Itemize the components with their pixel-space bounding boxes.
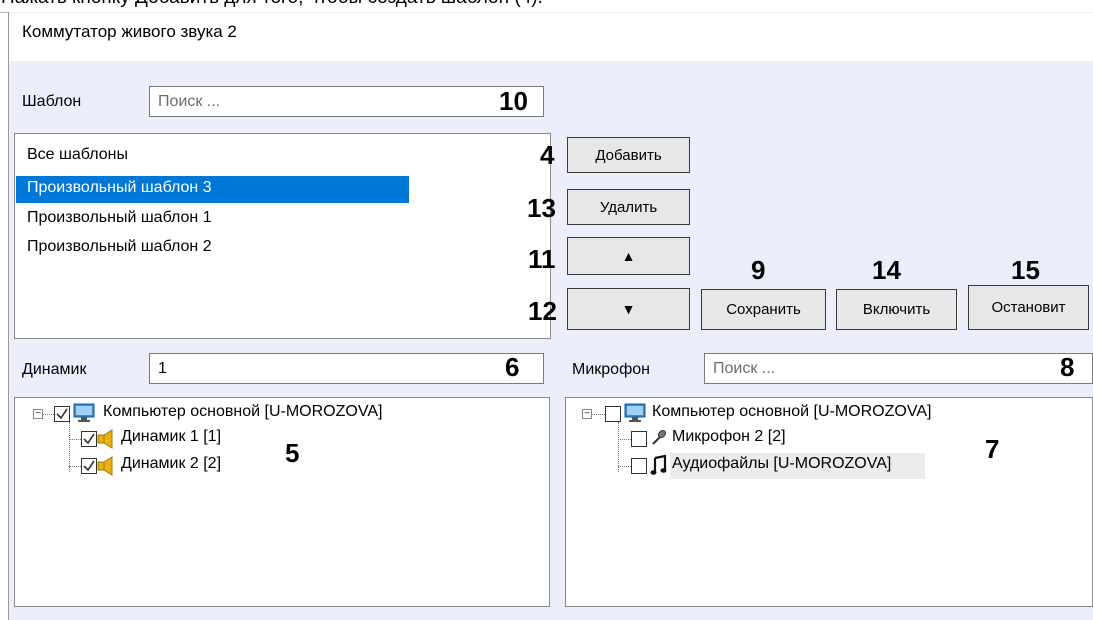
speaker-search-value: 1	[158, 359, 167, 377]
document-caption: Нажать кнопку Добавить для того, чтобы с…	[1, 0, 543, 9]
speaker-root-checkbox[interactable]	[54, 406, 70, 422]
monitor-icon	[624, 403, 646, 422]
speaker-root-label[interactable]: Компьютер основной [U-MOROZOVA]	[103, 403, 382, 421]
speaker-2-checkbox[interactable]	[81, 458, 97, 474]
callout-9: 9	[751, 255, 766, 285]
speaker-icon	[97, 429, 113, 449]
microphone-root-checkbox[interactable]	[605, 406, 621, 422]
save-button[interactable]: Сохранить	[701, 289, 826, 330]
template-search-placeholder: Поиск ...	[158, 92, 221, 110]
speaker-label: Динамик	[22, 361, 87, 378]
stop-button[interactable]: Остановит	[968, 285, 1089, 330]
expander-collapse-icon[interactable]: −	[582, 409, 592, 419]
callout-15: 15	[1011, 255, 1040, 285]
template-list-item[interactable]: Произвольный шаблон 2	[27, 238, 212, 256]
callout-14: 14	[872, 255, 901, 285]
delete-button[interactable]: Удалить	[567, 189, 690, 225]
microphone-search-placeholder: Поиск ...	[713, 359, 776, 377]
microphone-2-label[interactable]: Микрофон 2 [2]	[672, 428, 786, 446]
callout-13: 13	[527, 193, 556, 223]
microphone-root-label[interactable]: Компьютер основной [U-MOROZOVA]	[652, 403, 931, 421]
callout-11: 11	[528, 244, 556, 274]
callout-5: 5	[285, 438, 300, 468]
monitor-icon	[73, 403, 95, 422]
audiofiles-label[interactable]: Аудиофайлы [U-MOROZOVA]	[672, 455, 891, 473]
callout-12: 12	[528, 296, 557, 326]
callout-10: 10	[499, 86, 528, 116]
speaker-search-input[interactable]: 1	[149, 353, 544, 384]
speaker-icon	[97, 456, 113, 476]
callout-4: 4	[540, 140, 555, 170]
template-list[interactable]: Все шаблоны Произвольный шаблон 3 Произв…	[14, 133, 551, 339]
callout-7: 7	[985, 434, 1000, 464]
microphone-search-input[interactable]: Поиск ...	[704, 353, 1093, 384]
expander-collapse-icon[interactable]: −	[33, 409, 43, 419]
speaker-tree[interactable]: − Компьютер основной [U-MOROZOVA] Динами…	[14, 397, 550, 607]
music-note-icon	[650, 454, 667, 475]
speaker-1-label[interactable]: Динамик 1 [1]	[121, 428, 221, 446]
window-title: Коммутатор живого звука 2	[22, 22, 237, 41]
microphone-tree[interactable]: − Компьютер основной [U-MOROZOVA] Микроф…	[565, 397, 1093, 607]
microphone-icon	[652, 429, 667, 445]
add-button[interactable]: Добавить	[567, 137, 690, 173]
template-list-item-selected[interactable]: Произвольный шаблон 3	[27, 179, 212, 197]
microphone-label: Микрофон	[572, 361, 650, 378]
template-search-input[interactable]: Поиск ...	[149, 86, 544, 117]
callout-8: 8	[1060, 352, 1075, 382]
enable-button[interactable]: Включить	[836, 289, 957, 330]
callout-6: 6	[505, 352, 520, 382]
template-label: Шаблон	[22, 93, 82, 110]
microphone-2-checkbox[interactable]	[631, 431, 647, 447]
speaker-1-checkbox[interactable]	[81, 431, 97, 447]
template-list-item[interactable]: Произвольный шаблон 1	[27, 209, 212, 227]
move-down-button[interactable]: ▼	[567, 288, 690, 330]
template-list-item[interactable]: Все шаблоны	[27, 146, 128, 164]
move-up-button[interactable]: ▲	[567, 237, 690, 275]
audiofiles-checkbox[interactable]	[631, 458, 647, 474]
speaker-2-label[interactable]: Динамик 2 [2]	[121, 455, 221, 473]
